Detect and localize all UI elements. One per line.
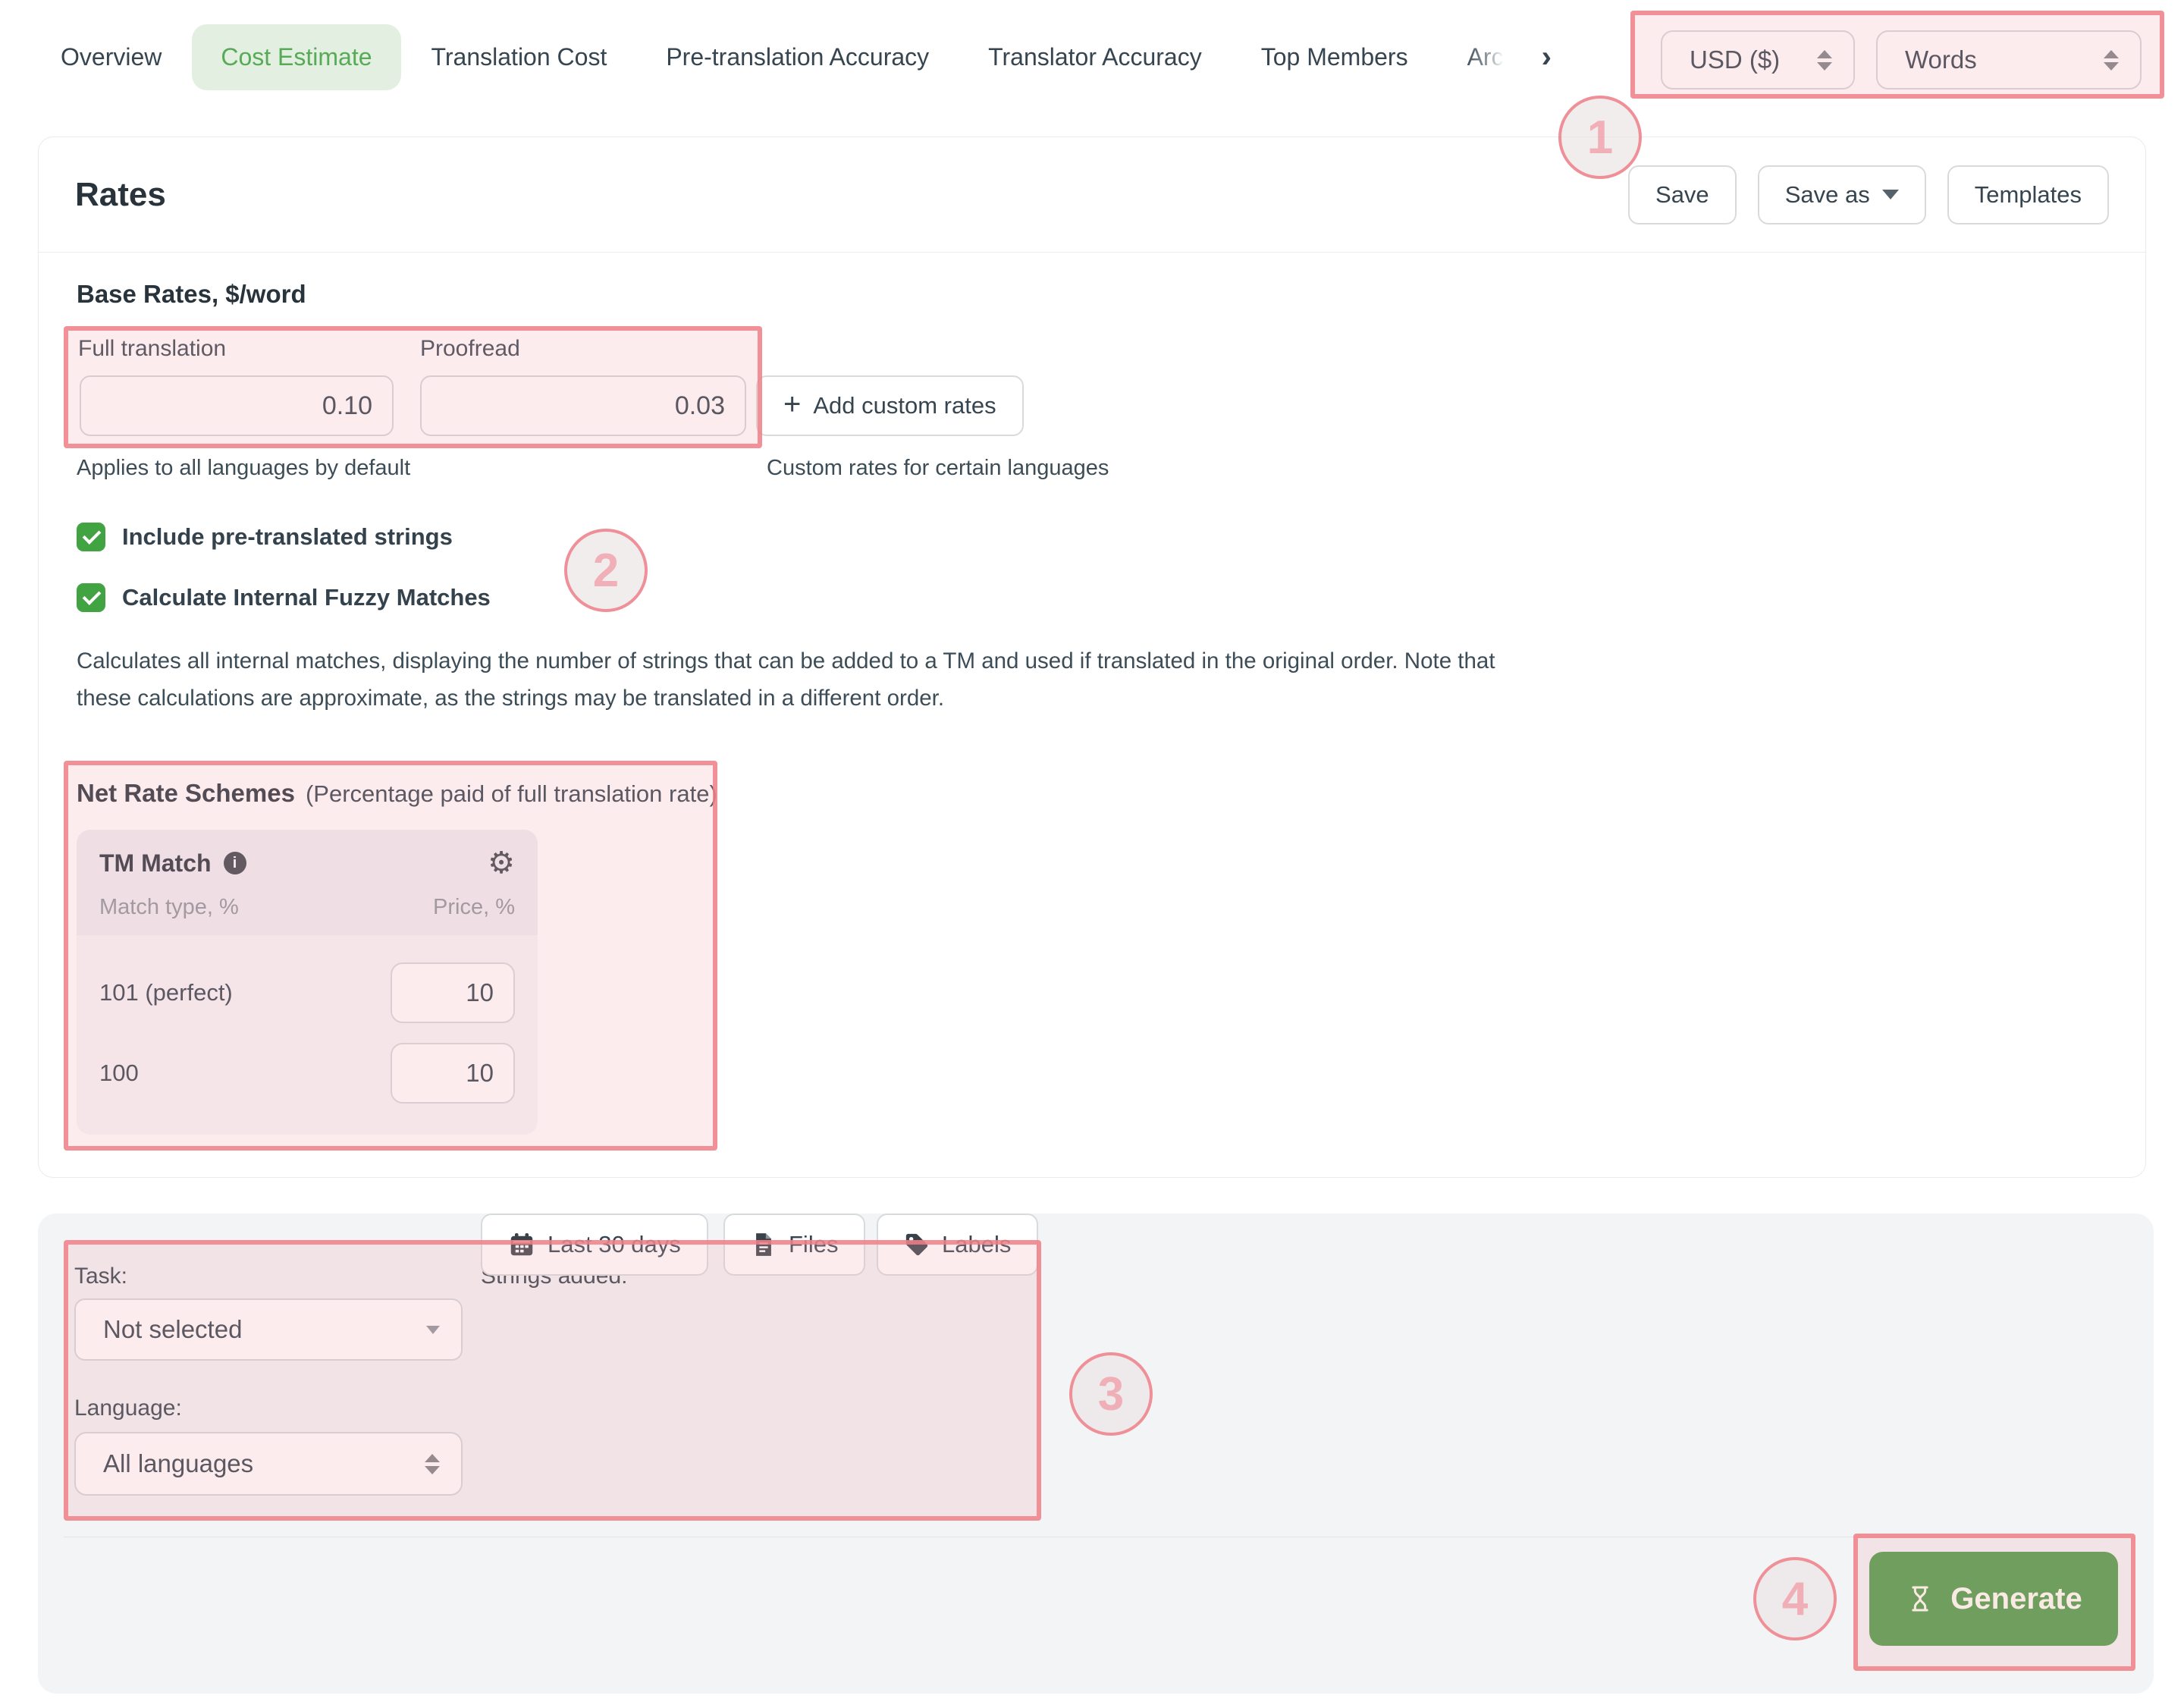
gear-icon[interactable]: ⚙	[488, 848, 515, 878]
base-rates-heading: Base Rates, $/word	[77, 280, 306, 309]
price-column-header: Price, %	[433, 895, 515, 920]
include-pretranslated-label: Include pre-translated strings	[122, 523, 453, 551]
net-rate-schemes-heading: Net Rate Schemes (Percentage paid of ful…	[77, 779, 717, 808]
base-rates-note: Applies to all languages by default	[77, 456, 410, 481]
save-as-label: Save as	[1785, 181, 1870, 209]
proofread-label: Proofread	[420, 336, 520, 362]
add-custom-rates-label: Add custom rates	[813, 392, 996, 419]
tab-top-members[interactable]: Top Members	[1261, 43, 1408, 71]
match-100-price-input[interactable]	[391, 1043, 515, 1104]
tm-match-row: 100	[99, 1043, 515, 1104]
internal-fuzzy-checkbox[interactable]	[77, 583, 105, 612]
generate-button[interactable]: Generate	[1869, 1552, 2118, 1646]
file-icon	[751, 1232, 777, 1257]
rates-card-header: Rates Save Save as Templates	[39, 137, 2145, 253]
calendar-icon	[508, 1231, 535, 1258]
currency-select[interactable]: USD ($)	[1661, 30, 1855, 89]
full-translation-label: Full translation	[78, 336, 226, 362]
language-select[interactable]: All languages	[74, 1432, 463, 1496]
tabs-overflow-chevron-icon[interactable]: ›	[1542, 42, 1552, 72]
hourglass-icon	[1905, 1584, 1935, 1614]
currency-select-value: USD ($)	[1690, 46, 1780, 74]
templates-button[interactable]: Templates	[1947, 165, 2109, 224]
page-title: Rates	[75, 176, 166, 214]
unit-select-value: Words	[1905, 46, 1977, 74]
save-button[interactable]: Save	[1628, 165, 1737, 224]
last-30-days-label: Last 30 days	[548, 1231, 681, 1258]
tab-overview[interactable]: Overview	[61, 43, 162, 71]
caret-down-icon	[426, 1326, 440, 1334]
match-100-label: 100	[99, 1060, 139, 1087]
task-select-value: Not selected	[103, 1315, 242, 1344]
files-filter-button[interactable]: Files	[723, 1213, 865, 1276]
generate-label: Generate	[1950, 1582, 2082, 1616]
rates-card: Rates Save Save as Templates Base Rates,…	[38, 137, 2146, 1178]
tab-cost-estimate[interactable]: Cost Estimate	[192, 24, 400, 90]
save-as-button[interactable]: Save as	[1758, 165, 1926, 224]
tm-match-header: TM Match i ⚙ Match type, % Price, %	[77, 830, 538, 935]
add-custom-rates-button[interactable]: + Add custom rates	[756, 375, 1024, 436]
full-translation-rate-input[interactable]	[80, 375, 394, 436]
include-pretranslated-row: Include pre-translated strings	[77, 523, 453, 551]
updown-caret-icon	[425, 1454, 440, 1474]
tm-match-title: TM Match	[99, 849, 212, 878]
files-label: Files	[789, 1231, 838, 1258]
generator-panel: Task: Not selected Strings added: Last 3…	[38, 1213, 2154, 1694]
tab-translator-accuracy[interactable]: Translator Accuracy	[988, 43, 1202, 71]
task-label: Task:	[74, 1264, 127, 1289]
unit-select[interactable]: Words	[1876, 30, 2142, 89]
task-select[interactable]: Not selected	[74, 1298, 463, 1361]
updown-caret-icon	[1817, 50, 1832, 71]
labels-filter-button[interactable]: Labels	[877, 1213, 1038, 1276]
tm-match-card: TM Match i ⚙ Match type, % Price, % 101 …	[77, 830, 538, 1135]
tm-match-body: 101 (perfect) 100	[77, 935, 538, 1104]
net-rate-schemes-title: Net Rate Schemes	[77, 779, 295, 808]
match-type-column-header: Match type, %	[99, 895, 239, 920]
tag-icon	[904, 1232, 930, 1257]
fuzzy-matches-description: Calculates all internal matches, display…	[77, 642, 1544, 717]
custom-rates-note: Custom rates for certain languages	[767, 456, 1109, 481]
tab-translation-cost[interactable]: Translation Cost	[431, 43, 607, 71]
internal-fuzzy-row: Calculate Internal Fuzzy Matches	[77, 583, 491, 612]
plus-icon: +	[783, 389, 801, 419]
tm-match-row: 101 (perfect)	[99, 962, 515, 1023]
report-tabs: Overview Cost Estimate Translation Cost …	[61, 0, 1552, 114]
tab-pre-translation-accuracy[interactable]: Pre-translation Accuracy	[666, 43, 929, 71]
caret-down-icon	[1882, 190, 1899, 199]
info-icon[interactable]: i	[224, 852, 246, 874]
proofread-rate-input[interactable]	[420, 375, 746, 436]
language-label: Language:	[74, 1396, 182, 1421]
match-101-price-input[interactable]	[391, 962, 515, 1023]
labels-label: Labels	[942, 1231, 1011, 1258]
internal-fuzzy-label: Calculate Internal Fuzzy Matches	[122, 584, 491, 611]
page: Overview Cost Estimate Translation Cost …	[0, 0, 2184, 1708]
include-pretranslated-checkbox[interactable]	[77, 523, 105, 551]
last-30-days-filter-button[interactable]: Last 30 days	[481, 1213, 708, 1276]
match-101-label: 101 (perfect)	[99, 979, 233, 1006]
language-select-value: All languages	[103, 1449, 253, 1478]
updown-caret-icon	[2104, 50, 2119, 71]
net-rate-schemes-subtitle: (Percentage paid of full translation rat…	[306, 780, 717, 808]
tab-archive-truncated[interactable]: Arc	[1467, 43, 1504, 71]
